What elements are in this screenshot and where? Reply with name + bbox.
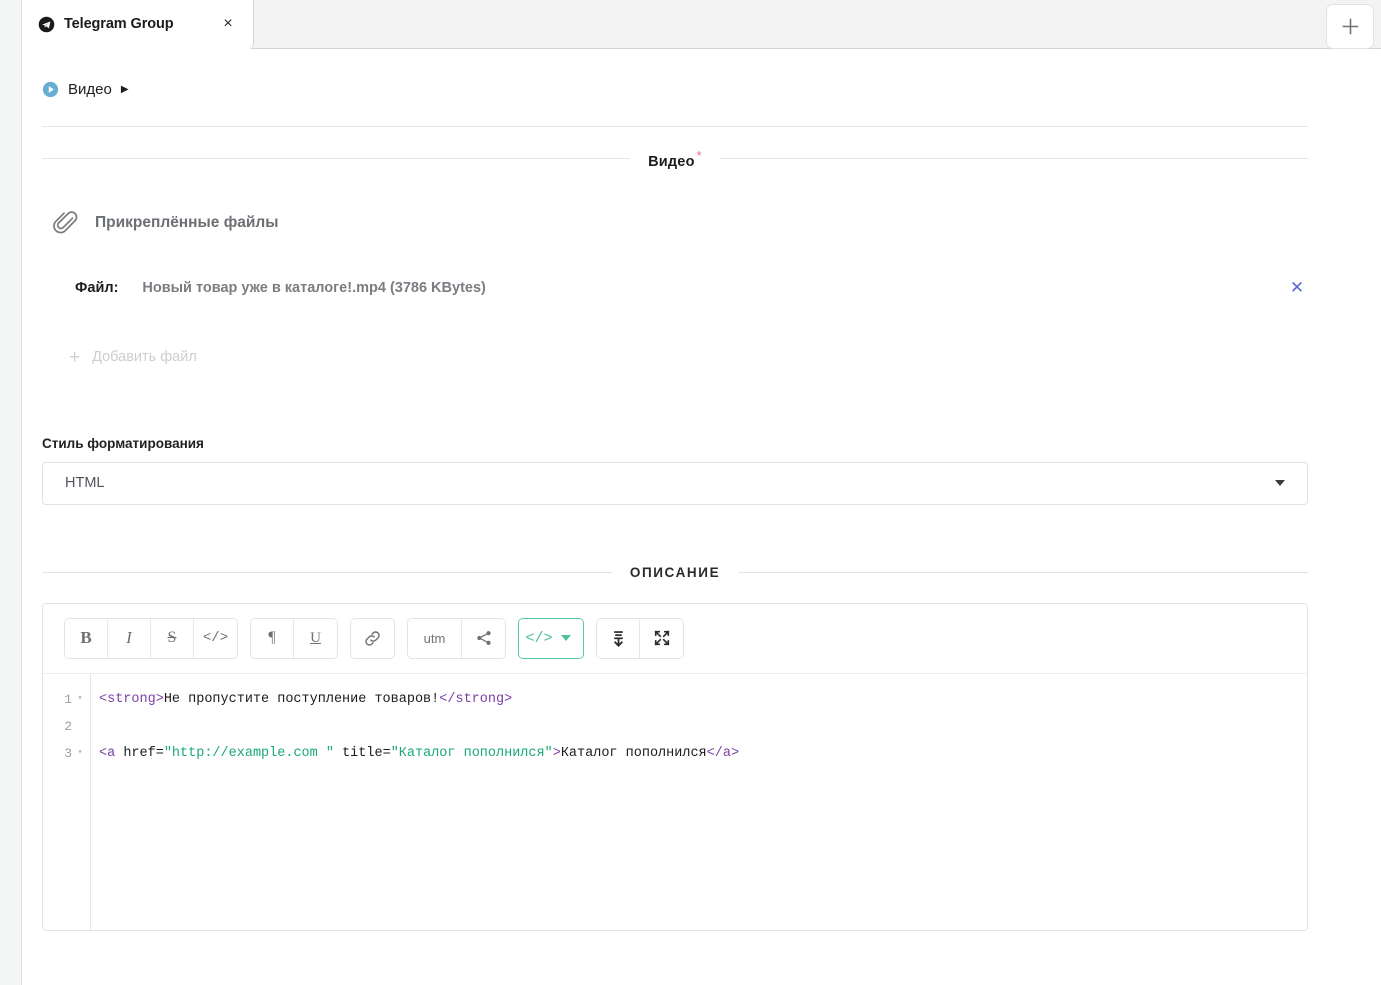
remove-file-button[interactable]: ✕ <box>1286 277 1308 299</box>
section-title-video-text: Видео <box>648 153 695 170</box>
utm-button[interactable]: utm <box>408 618 462 658</box>
telegram-icon <box>38 16 55 32</box>
line-number-gutter: 1▾2▾3▾ <box>43 673 91 930</box>
required-asterisk: * <box>696 148 702 163</box>
code-editor-area[interactable]: 1▾2▾3▾ <strong>Не пропустите поступление… <box>43 672 1307 930</box>
breadcrumb-divider <box>42 126 1308 127</box>
section-title-video: Видео * <box>630 148 720 170</box>
inline-code-button[interactable]: </> <box>194 618 237 658</box>
breadcrumb-label: Видео <box>68 81 112 98</box>
divider-line-left <box>42 158 631 160</box>
editor-toolbar: B I S </> ¶ U utm </> <box>43 603 1307 673</box>
section-title-description: ОПИСАНИЕ <box>629 564 721 580</box>
breadcrumb-arrow-icon: ▶ <box>120 83 129 95</box>
insert-variable-icon <box>613 631 623 647</box>
line-number-value: 2 <box>64 718 72 734</box>
fold-arrow-icon[interactable]: ▾ <box>74 749 86 757</box>
chevron-down-icon <box>561 635 571 642</box>
fullscreen-icon <box>654 630 669 646</box>
tab-title: Telegram Group <box>64 16 174 32</box>
tab-telegram-group[interactable]: Telegram Group × <box>22 0 254 49</box>
section-divider-video: Видео * <box>42 148 1308 170</box>
section-divider-description: ОПИСАНИЕ <box>42 564 1309 580</box>
italic-button[interactable]: I <box>108 618 151 658</box>
description-editor: B I S </> ¶ U utm </> 1 ▾ 2 3 ▾ <strong>… <box>42 602 1308 931</box>
fold-arrow-icon[interactable]: ▾ <box>74 695 86 703</box>
source-code-group: </> <box>518 617 584 659</box>
chevron-down-icon <box>1275 480 1285 487</box>
utm-group: utm <box>407 617 506 659</box>
paperclip-icon <box>53 211 78 234</box>
file-name: Новый товар уже в каталоге!.mp4 (3786 KB… <box>142 279 486 296</box>
code-token: > <box>552 745 561 761</box>
code-token: </strong> <box>439 691 513 707</box>
code-line: <a href="http://example.com " title="Кат… <box>99 740 1307 767</box>
underline-button[interactable]: U <box>294 618 337 658</box>
link-button[interactable] <box>351 618 394 658</box>
insert-group <box>596 617 684 659</box>
line-number: 3 ▾ <box>43 740 90 767</box>
code-token: <strong> <box>99 691 164 707</box>
code-token: <a <box>99 745 124 761</box>
new-tab-button[interactable] <box>1326 4 1374 49</box>
tab-close-icon[interactable]: × <box>217 13 239 35</box>
attachments-header: Прикреплённые файлы <box>53 210 1381 236</box>
tab-bar: Telegram Group × <box>22 0 1381 49</box>
file-label: Файл: <box>75 279 119 296</box>
plus-icon <box>1342 18 1358 35</box>
add-file-button[interactable]: + Добавить файл <box>69 348 244 367</box>
left-rail <box>0 0 22 985</box>
code-token: Каталог пополнился <box>560 745 707 761</box>
text-format-group: B I S </> <box>64 617 238 659</box>
divider-line-right-2 <box>738 571 1309 573</box>
share-icon <box>476 631 491 646</box>
plus-icon: + <box>69 346 81 368</box>
link-icon <box>365 631 380 646</box>
code-line: <strong>Не пропустите поступление товаро… <box>99 686 1307 713</box>
code-token: href= <box>123 745 164 761</box>
line-number-value: 1 <box>64 691 72 707</box>
divider-line-left-2 <box>42 571 612 573</box>
source-code-dropdown-button[interactable] <box>559 618 583 658</box>
link-group <box>350 617 395 659</box>
divider-line-right <box>719 158 1308 160</box>
share-button[interactable] <box>462 618 505 658</box>
format-style-label: Стиль форматирования <box>42 435 204 451</box>
strikethrough-button[interactable]: S <box>151 618 194 658</box>
attached-file-row: Файл: Новый товар уже в каталоге!.mp4 (3… <box>42 277 1308 299</box>
code-token: Не пропустите поступление товаров! <box>163 691 440 707</box>
format-style-field: Стиль форматирования HTML <box>42 436 1308 505</box>
code-token: </a> <box>706 745 740 761</box>
code-content[interactable]: <strong>Не пропустите поступление товаро… <box>91 674 1307 930</box>
format-style-value: HTML <box>65 475 105 492</box>
line-number: 2▾ <box>43 713 90 740</box>
source-code-button[interactable]: </> <box>519 618 559 658</box>
fullscreen-button[interactable] <box>640 618 683 658</box>
attachments-title: Прикреплённые файлы <box>95 213 279 231</box>
play-circle-icon <box>42 81 59 98</box>
add-file-label: Добавить файл <box>92 349 197 366</box>
page-content: Видео ▶ Видео * Прикреплённые файлы Файл:… <box>23 49 1381 985</box>
format-style-select[interactable]: HTML <box>42 461 1308 505</box>
code-token: "Каталог пополнился" <box>390 745 553 761</box>
insert-variable-button[interactable] <box>597 618 640 658</box>
code-token: "http://example.com " <box>163 745 334 761</box>
paragraph-button[interactable]: ¶ <box>251 618 294 658</box>
breadcrumb[interactable]: Видео ▶ <box>23 49 1381 98</box>
paragraph-format-group: ¶ U <box>250 617 338 659</box>
code-token: title= <box>333 745 391 761</box>
line-number: 1 ▾ <box>43 686 90 713</box>
line-number-value: 3 <box>64 745 72 761</box>
bold-button[interactable]: B <box>65 618 108 658</box>
